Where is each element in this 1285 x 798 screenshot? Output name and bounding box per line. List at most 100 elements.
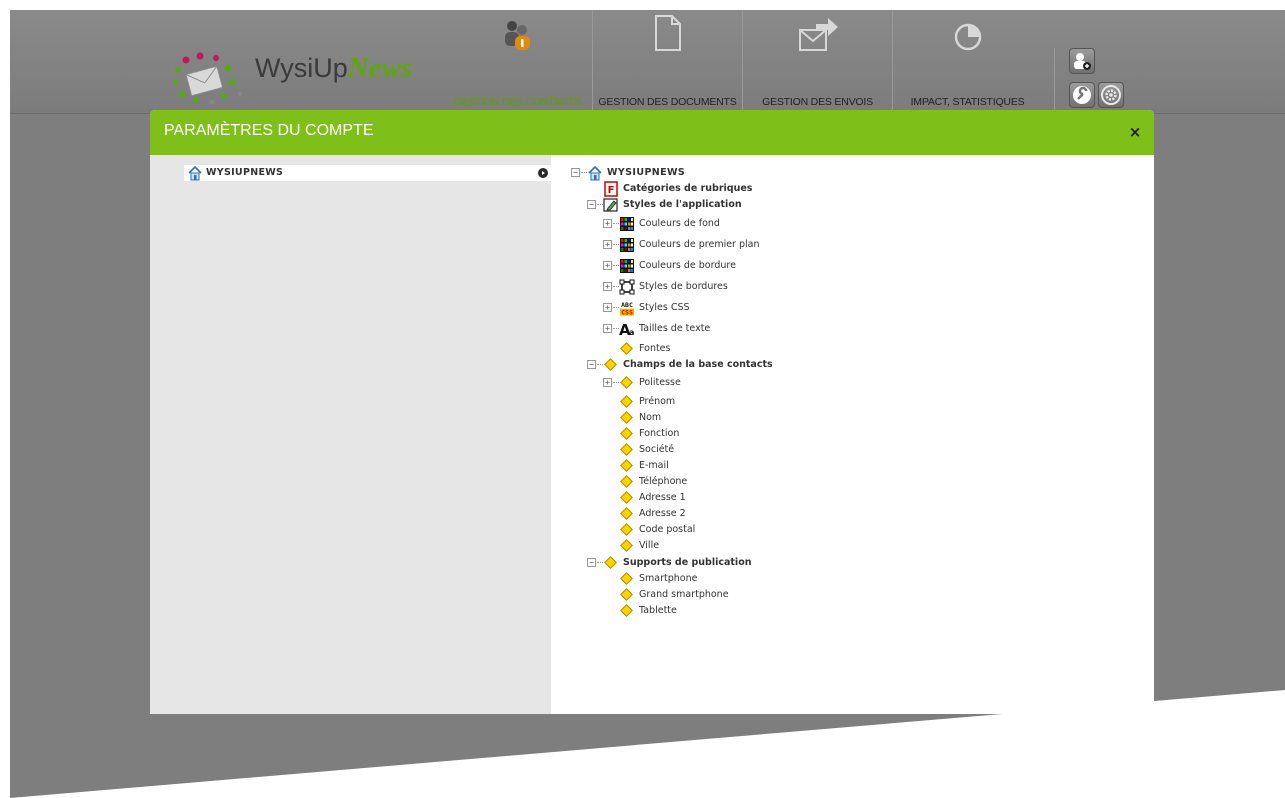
account-item-wysiupnews[interactable]: WYSIUPNEWS [184, 165, 551, 181]
collapse-toggle[interactable]: − [571, 168, 580, 177]
contacts-icon [505, 21, 530, 50]
logo-accent: News [347, 52, 413, 84]
diamond-shape [620, 588, 633, 601]
field-diamond-icon [619, 603, 635, 619]
tree-node-label: Styles CSS [639, 302, 690, 313]
field-diamond-icon [619, 375, 635, 391]
account-item-label: WYSIUPNEWS [206, 167, 284, 178]
tree-node-label: Couleurs de bordure [639, 260, 736, 271]
tab-gestion-contacts[interactable]: GESTION DES CONTACTS [442, 10, 592, 114]
account-settings-dialog: PARAMÈTRES DU COMPTE × WYSIUPNEWS − WYSI… [150, 110, 1154, 714]
document-icon [654, 15, 681, 51]
tree-node-label: E-mail [639, 460, 669, 471]
category-icon: F [604, 181, 618, 197]
tree-node-label: Code postal [639, 524, 696, 535]
tab-label: GESTION DES CONTACTS [453, 96, 581, 108]
home-icon [188, 165, 202, 181]
expand-toggle[interactable]: + [603, 378, 612, 387]
collapse-toggle[interactable]: − [587, 558, 596, 567]
tab-label: GESTION DES ENVOIS [762, 96, 873, 108]
field-diamond-icon [619, 506, 635, 522]
screenshot-stage: WysiUpNews GESTION DES CONTACTS GESTION … [0, 0, 1285, 798]
dialog-title: PARAMÈTRES DU COMPTE [164, 122, 374, 139]
diamond-shape [620, 491, 633, 504]
tree-node-label: Smartphone [639, 573, 698, 584]
settings-tree: − WYSIUPNEWS F Catégories de rubriques −… [551, 155, 1154, 714]
field-diamond-icon [603, 357, 619, 373]
diamond-shape [620, 475, 633, 488]
tree-node-label: Prénom [639, 396, 676, 407]
send-icon [798, 18, 838, 51]
diamond-shape [620, 604, 633, 617]
tab-gestion-documents[interactable]: GESTION DES DOCUMENTS [592, 10, 742, 114]
field-diamond-icon [619, 538, 635, 554]
dialog-header: PARAMÈTRES DU COMPTE × [150, 110, 1154, 155]
expand-toggle[interactable]: + [603, 324, 612, 333]
gear-icon [1101, 85, 1121, 105]
tree-node-label: WYSIUPNEWS [607, 167, 686, 178]
tree-node-label: Société [639, 444, 675, 455]
field-diamond-icon [619, 474, 635, 490]
tab-label: IMPACT, STATISTIQUES [910, 96, 1025, 108]
tab-impact-statistiques[interactable]: IMPACT, STATISTIQUES [892, 10, 1042, 114]
color-palette-icon [620, 259, 634, 273]
svg-text:F: F [608, 185, 615, 196]
wrench-icon [1073, 86, 1091, 104]
diamond-shape [620, 523, 633, 536]
tree-node-label: Tablette [639, 605, 677, 616]
color-palette-icon [620, 238, 634, 252]
expand-toggle[interactable]: + [603, 282, 612, 291]
text-size-icon: A a [619, 321, 634, 337]
field-diamond-icon [619, 587, 635, 603]
diamond-shape [620, 376, 633, 389]
tree-node-label: Politesse [639, 377, 681, 388]
settings-gear-button[interactable] [1098, 82, 1124, 108]
expand-toggle[interactable]: + [603, 303, 612, 312]
tree-node-label: Grand smartphone [639, 589, 729, 600]
diamond-shape [604, 358, 617, 371]
toolbar-tools [1054, 48, 1126, 114]
tree-node-label: Supports de publication [623, 557, 752, 568]
tree-node-label: Catégories de rubriques [623, 183, 753, 194]
tree-node-label: Styles de l'application [623, 199, 742, 210]
tree-node-label: Fonction [639, 428, 680, 439]
field-diamond-icon [619, 410, 635, 426]
tree-node-label: Adresse 2 [639, 508, 686, 519]
tree-node-label: Champs de la base contacts [623, 359, 773, 370]
field-diamond-icon [619, 490, 635, 506]
home-icon [588, 165, 602, 181]
settings-wrench-button[interactable] [1069, 82, 1095, 108]
tree-node-label: Téléphone [639, 476, 688, 487]
tab-gestion-envois[interactable]: GESTION DES ENVOIS [742, 10, 892, 114]
add-user-icon [1074, 53, 1091, 70]
tree-node-label: Fontes [639, 343, 671, 354]
app-header: WysiUpNews GESTION DES CONTACTS GESTION … [10, 10, 1285, 114]
tree-node-label: Nom [639, 412, 662, 423]
diamond-shape [620, 459, 633, 472]
svg-text:CSS: CSS [621, 309, 633, 317]
collapse-toggle[interactable]: − [587, 200, 596, 209]
field-diamond-icon [619, 522, 635, 538]
expand-toggle[interactable]: + [603, 219, 612, 228]
svg-text:a: a [629, 328, 634, 337]
diamond-shape [620, 443, 633, 456]
field-diamond-icon [619, 442, 635, 458]
tree-node-label: Ville [639, 540, 660, 551]
field-diamond-icon [619, 458, 635, 474]
field-diamond-icon [619, 426, 635, 442]
diamond-shape [620, 539, 633, 552]
diamond-shape [620, 572, 633, 585]
diamond-shape [620, 507, 633, 520]
diamond-shape [620, 411, 633, 424]
expand-toggle[interactable]: + [603, 240, 612, 249]
close-button[interactable]: × [1126, 123, 1144, 141]
expand-toggle[interactable]: + [603, 261, 612, 270]
tab-label: GESTION DES DOCUMENTS [598, 96, 737, 108]
tree-node-label: Adresse 1 [639, 492, 686, 503]
diamond-shape [620, 395, 633, 408]
diamond-shape [620, 427, 633, 440]
collapse-toggle[interactable]: − [587, 360, 596, 369]
add-user-button[interactable] [1069, 48, 1095, 74]
chevron-right-icon[interactable] [538, 168, 548, 178]
css-icon: ABC CSS [620, 301, 634, 317]
